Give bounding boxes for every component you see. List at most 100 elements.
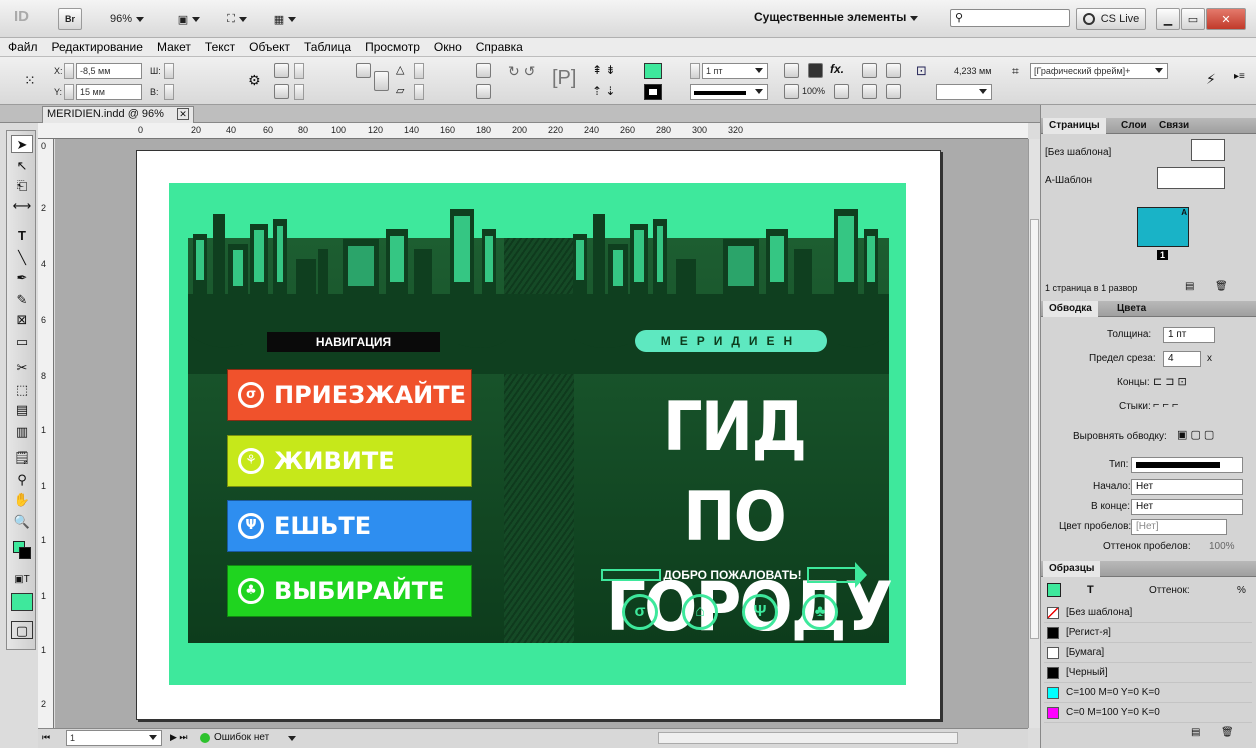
tab-links[interactable]: Связи (1153, 118, 1195, 134)
align-center-icon[interactable] (862, 84, 877, 99)
panel-menu-icon[interactable]: ⚡ (1206, 71, 1216, 88)
tab-layers[interactable]: Слои (1115, 118, 1153, 134)
gap-color-dropdown[interactable]: [Нет] (1131, 519, 1227, 535)
y-field[interactable]: 15 мм (76, 84, 142, 100)
type-tool-icon[interactable]: T (11, 227, 33, 245)
w-stepper[interactable] (164, 63, 174, 79)
vertical-scrollbar[interactable] (1028, 139, 1040, 728)
end-dropdown[interactable]: Нет (1131, 499, 1243, 515)
scale-x-icon[interactable] (274, 63, 289, 78)
effects-icon[interactable]: fx. (830, 62, 844, 76)
gap-tool-icon[interactable]: ⟷ (11, 197, 33, 215)
fill-swatch[interactable] (644, 63, 662, 79)
h-stepper[interactable] (164, 84, 174, 100)
eyedropper-tool-icon[interactable]: ⚲ (11, 471, 33, 489)
cap-icons[interactable]: ⊏ ⊐ ⊡ (1153, 375, 1187, 388)
start-dropdown[interactable]: Нет (1131, 479, 1243, 495)
rotate-icon[interactable]: △ (396, 63, 404, 76)
dimension-field[interactable]: 4,233 мм (954, 66, 991, 76)
opacity-arrow-icon[interactable] (834, 84, 849, 99)
tab-stroke[interactable]: Обводка (1043, 301, 1098, 317)
corner-shape-field[interactable] (936, 84, 992, 100)
select-next-icon[interactable]: ⇡ ⇣ (592, 84, 615, 98)
tab-colors[interactable]: Цвета (1111, 301, 1152, 317)
text-toggle-icon[interactable]: T (1087, 584, 1094, 596)
icon-circle-tree[interactable]: ♣ (802, 594, 838, 630)
stroke-weight-field[interactable]: 1 пт (702, 63, 768, 79)
new-page-icon[interactable]: ▤ (1185, 281, 1194, 292)
gap-tint-value[interactable]: 100% (1209, 541, 1235, 552)
swatch-row[interactable]: [Черный] (1044, 663, 1252, 683)
search-field[interactable]: ⚲ (950, 9, 1070, 27)
proxy-lock-icon[interactable] (356, 63, 371, 78)
frame-fit-icon[interactable] (784, 63, 799, 78)
trash-icon[interactable]: 🗑 (1215, 281, 1228, 292)
hand-tool-icon[interactable]: ✋ (11, 491, 33, 509)
gradient-tool-icon[interactable]: ▤ (11, 401, 33, 419)
align-top-icon[interactable] (862, 63, 877, 78)
scale-y-stepper[interactable] (294, 84, 304, 100)
menu-type[interactable]: Текст (205, 40, 235, 54)
select-container-icon[interactable]: [P] (552, 67, 576, 90)
menu-table[interactable]: Таблица (304, 40, 351, 54)
pen-tool-icon[interactable]: ✒ (11, 269, 33, 287)
cs-live-button[interactable]: CS Live (1076, 8, 1146, 30)
scroll-thumb[interactable] (1030, 219, 1039, 639)
bridge-button[interactable]: Br (58, 8, 82, 30)
tab-pages[interactable]: Страницы (1043, 118, 1106, 134)
fill-stroke-toggle-icon[interactable] (1047, 583, 1061, 597)
stroke-weight-input[interactable]: 1 пт (1163, 327, 1215, 343)
arrange-documents-button[interactable]: ▦ (268, 8, 302, 30)
icon-circle-eat[interactable]: Ψ (742, 594, 778, 630)
select-prev-icon[interactable]: ⇞ ⇟ (592, 63, 615, 77)
swatch-row[interactable]: C=100 M=0 Y=0 K=0 (1044, 683, 1252, 703)
x-stepper[interactable] (64, 63, 74, 79)
stroke-weight-stepper[interactable] (690, 63, 700, 79)
normal-view-icon[interactable] (11, 593, 33, 611)
reference-point-icon[interactable]: ⁙ (24, 71, 42, 89)
none-master-thumb[interactable] (1191, 139, 1225, 161)
page-tool-icon[interactable]: ⎗ (11, 177, 33, 195)
nav-button-choose[interactable]: ♣ ВЫБИРАЙТЕ (227, 565, 472, 617)
shear-stepper[interactable] (414, 84, 424, 100)
menu-edit[interactable]: Редактирование (52, 40, 143, 54)
stroke-type-dropdown[interactable] (1131, 457, 1243, 473)
pencil-tool-icon[interactable]: ✎ (11, 291, 33, 309)
menu-view[interactable]: Просмотр (365, 40, 420, 54)
menu-help[interactable]: Справка (476, 40, 523, 54)
next-page-icon[interactable]: ▶ ⏭ (170, 732, 188, 743)
formatting-affects-container-icon[interactable]: ▣T (11, 571, 33, 589)
tab-swatches[interactable]: Образцы (1043, 561, 1101, 577)
new-swatch-icon[interactable]: ▤ (1191, 727, 1200, 738)
icon-circle-home[interactable]: ⌂ (682, 594, 718, 630)
note-tool-icon[interactable]: 🗒 (11, 449, 33, 467)
minimize-button[interactable]: ▁ (1156, 8, 1180, 30)
zoom-tool-icon[interactable]: 🔍 (11, 513, 33, 531)
workspace-switcher[interactable]: Существенные элементы (754, 10, 919, 24)
drop-shadow-icon[interactable] (808, 63, 823, 78)
gradient-feather-tool-icon[interactable]: ▥ (11, 423, 33, 441)
page-1-thumb[interactable]: A (1137, 207, 1189, 247)
maximize-button[interactable]: ▭ (1181, 8, 1205, 30)
first-page-icon[interactable]: ⏮ (42, 732, 50, 743)
menu-window[interactable]: Окно (434, 40, 462, 54)
view-options-button[interactable]: ▣ (172, 8, 206, 30)
scale-y-icon[interactable] (274, 84, 289, 99)
pasteboard[interactable]: НАВИГАЦИЯ σ ПРИЕЗЖАЙТЕ ⚘ ЖИВИТЕ Ψ ЕШЬТЕ ♣ ВЫ… (55, 139, 1028, 728)
zoom-dropdown[interactable]: 96% (100, 8, 154, 30)
rotate-ccw-icon[interactable] (476, 84, 491, 99)
opacity-value[interactable]: 100% (802, 86, 825, 96)
menu-file[interactable]: Файл (8, 40, 38, 54)
preview-mode-icon[interactable]: ▢ (11, 621, 33, 639)
icon-circle-arrive[interactable]: σ (622, 594, 658, 630)
rotate-stepper[interactable] (414, 63, 424, 79)
nav-button-live[interactable]: ⚘ ЖИВИТЕ (227, 435, 472, 487)
menu-layout[interactable]: Макет (157, 40, 191, 54)
selection-tool-icon[interactable]: ➤ (11, 135, 33, 153)
constrain-proportions-icon[interactable]: ⚙ (248, 72, 261, 89)
free-transform-tool-icon[interactable]: ⬚ (11, 381, 33, 399)
crop-icon[interactable]: ⊡ (916, 63, 927, 79)
miter-input[interactable]: 4 (1163, 351, 1201, 367)
nav-button-eat[interactable]: Ψ ЕШЬТЕ (227, 500, 472, 552)
a-master-thumb[interactable] (1157, 167, 1225, 189)
